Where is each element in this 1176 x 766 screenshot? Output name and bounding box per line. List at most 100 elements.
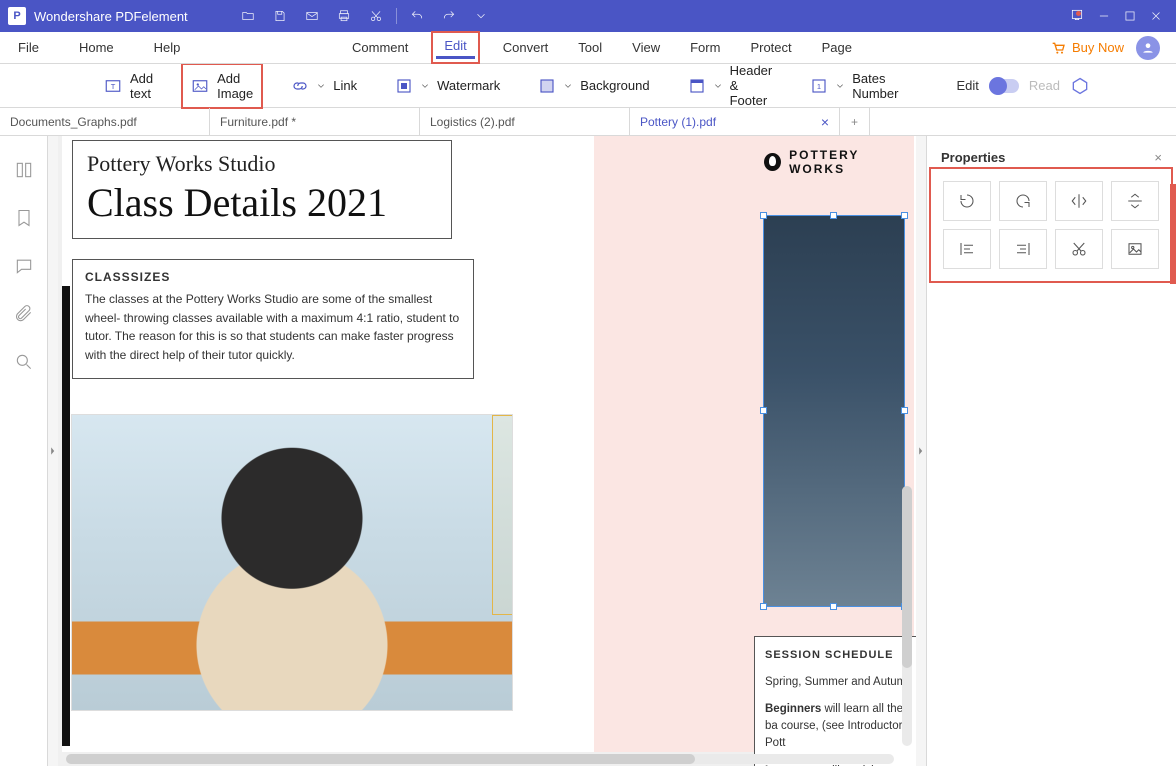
- menu-comment[interactable]: Comment: [350, 36, 410, 59]
- menu-view[interactable]: View: [630, 36, 662, 59]
- buy-now-button[interactable]: Buy Now: [1050, 40, 1124, 56]
- comments-icon[interactable]: [14, 256, 34, 276]
- horizontal-scrollbar[interactable]: [66, 754, 894, 764]
- resize-handle[interactable]: [760, 212, 767, 219]
- minimize-button[interactable]: [1092, 4, 1116, 28]
- menu-bar: File Home Help Comment Edit Convert Tool…: [0, 32, 1176, 64]
- menu-page[interactable]: Page: [820, 36, 854, 59]
- right-gutter-expand[interactable]: [916, 136, 926, 766]
- add-text-label: Add text: [130, 71, 153, 101]
- mode-switch[interactable]: [989, 79, 1019, 93]
- left-gutter-expand[interactable]: [48, 136, 58, 766]
- resize-handle[interactable]: [830, 212, 837, 219]
- tab-furniture[interactable]: Furniture.pdf *: [210, 108, 420, 135]
- link-icon: [291, 77, 309, 95]
- watermark-label: Watermark: [437, 78, 500, 93]
- resize-handle[interactable]: [830, 603, 837, 610]
- print-icon[interactable]: [332, 4, 356, 28]
- buy-now-label: Buy Now: [1072, 40, 1124, 55]
- selected-image[interactable]: [764, 216, 904, 606]
- menu-help[interactable]: Help: [152, 36, 183, 59]
- selection-highlight: [492, 415, 512, 615]
- properties-title: Properties: [941, 150, 1005, 165]
- page-black-strip: [62, 286, 70, 746]
- menu-file[interactable]: File: [16, 36, 41, 59]
- open-folder-icon[interactable]: [236, 4, 260, 28]
- resize-handle[interactable]: [760, 407, 767, 414]
- background-button[interactable]: Background: [532, 73, 655, 99]
- add-text-button[interactable]: T Add text: [98, 67, 159, 105]
- tab-documents-graphs[interactable]: Documents_Graphs.pdf: [0, 108, 210, 135]
- resize-handle[interactable]: [760, 603, 767, 610]
- resize-handle[interactable]: [901, 212, 908, 219]
- maximize-button[interactable]: [1118, 4, 1142, 28]
- link-button[interactable]: Link: [285, 73, 363, 99]
- bookmarks-icon[interactable]: [14, 208, 34, 228]
- mail-icon[interactable]: [300, 4, 324, 28]
- save-icon[interactable]: [268, 4, 292, 28]
- window-controls: [1092, 4, 1168, 28]
- notifications-icon[interactable]: [1070, 8, 1084, 25]
- watermark-button[interactable]: Watermark: [389, 73, 506, 99]
- header-footer-button[interactable]: Header & Footer: [682, 59, 779, 112]
- tab-logistics[interactable]: Logistics (2).pdf: [420, 108, 630, 135]
- left-sidebar: [0, 136, 48, 766]
- menu-home[interactable]: Home: [77, 36, 116, 59]
- menu-protect[interactable]: Protect: [748, 36, 793, 59]
- crop-button[interactable]: [1055, 229, 1103, 269]
- title-bar: P Wondershare PDFelement: [0, 0, 1176, 32]
- background-icon: [538, 77, 556, 95]
- align-left-button[interactable]: [943, 229, 991, 269]
- schedule-intro: Spring, Summer and Autumn: [765, 674, 913, 691]
- bates-number-button[interactable]: 1 Bates Number: [804, 67, 904, 105]
- menu-form[interactable]: Form: [688, 36, 722, 59]
- add-image-label: Add Image: [217, 71, 253, 101]
- schedule-heading: SESSION SCHEDULE: [765, 647, 913, 664]
- flip-horizontal-button[interactable]: [1055, 181, 1103, 221]
- properties-panel: Properties ×: [926, 136, 1176, 766]
- vertical-scrollbar[interactable]: [902, 486, 912, 746]
- studio-name: Pottery Works Studio: [87, 151, 437, 177]
- rotate-right-button[interactable]: [999, 181, 1047, 221]
- document-title: Class Details 2021: [87, 179, 437, 226]
- close-button[interactable]: [1144, 4, 1168, 28]
- brand-logo-icon: [764, 153, 781, 171]
- bates-icon: 1: [810, 77, 828, 95]
- menu-convert[interactable]: Convert: [501, 36, 551, 59]
- replace-image-button[interactable]: [1111, 229, 1159, 269]
- tab-pottery[interactable]: Pottery (1).pdf×: [630, 108, 840, 135]
- add-image-button[interactable]: Add Image: [185, 67, 259, 105]
- rotate-left-button[interactable]: [943, 181, 991, 221]
- search-icon[interactable]: [14, 352, 34, 372]
- edit-mode-toggle[interactable]: Edit Read: [956, 76, 1089, 96]
- align-right-button[interactable]: [999, 229, 1047, 269]
- flip-vertical-button[interactable]: [1111, 181, 1159, 221]
- page-one: Pottery Works Studio Class Details 2021 …: [72, 136, 592, 752]
- add-tab-button[interactable]: +: [840, 108, 870, 135]
- title-box: Pottery Works Studio Class Details 2021: [72, 140, 452, 239]
- menu-tool[interactable]: Tool: [576, 36, 604, 59]
- page-two: POTTERY WORKS SESSION SCHEDULE Spring, S…: [594, 136, 914, 752]
- cut-icon[interactable]: [364, 4, 388, 28]
- header-footer-label: Header & Footer: [730, 63, 773, 108]
- quick-access-toolbar: [236, 4, 493, 28]
- undo-icon[interactable]: [405, 4, 429, 28]
- dropdown-chevron-icon[interactable]: [469, 4, 493, 28]
- document-canvas[interactable]: Pottery Works Studio Class Details 2021 …: [58, 136, 916, 766]
- watermark-icon: [395, 77, 413, 95]
- image-tools-grid: [937, 175, 1165, 275]
- mode-read-label: Read: [1029, 78, 1060, 93]
- text-box-icon: T: [104, 77, 122, 95]
- resize-handle[interactable]: [901, 407, 908, 414]
- redo-icon[interactable]: [437, 4, 461, 28]
- tab-close-icon[interactable]: ×: [821, 114, 829, 130]
- settings-hex-icon[interactable]: [1070, 76, 1090, 96]
- properties-close-icon[interactable]: ×: [1154, 150, 1162, 165]
- attachments-icon[interactable]: [14, 304, 34, 324]
- user-avatar[interactable]: [1136, 36, 1160, 60]
- menu-edit[interactable]: Edit: [436, 36, 474, 59]
- highlight-strip: [1170, 184, 1176, 284]
- image-icon: [191, 77, 209, 95]
- brand-text: POTTERY WORKS: [789, 148, 914, 176]
- thumbnails-icon[interactable]: [14, 160, 34, 180]
